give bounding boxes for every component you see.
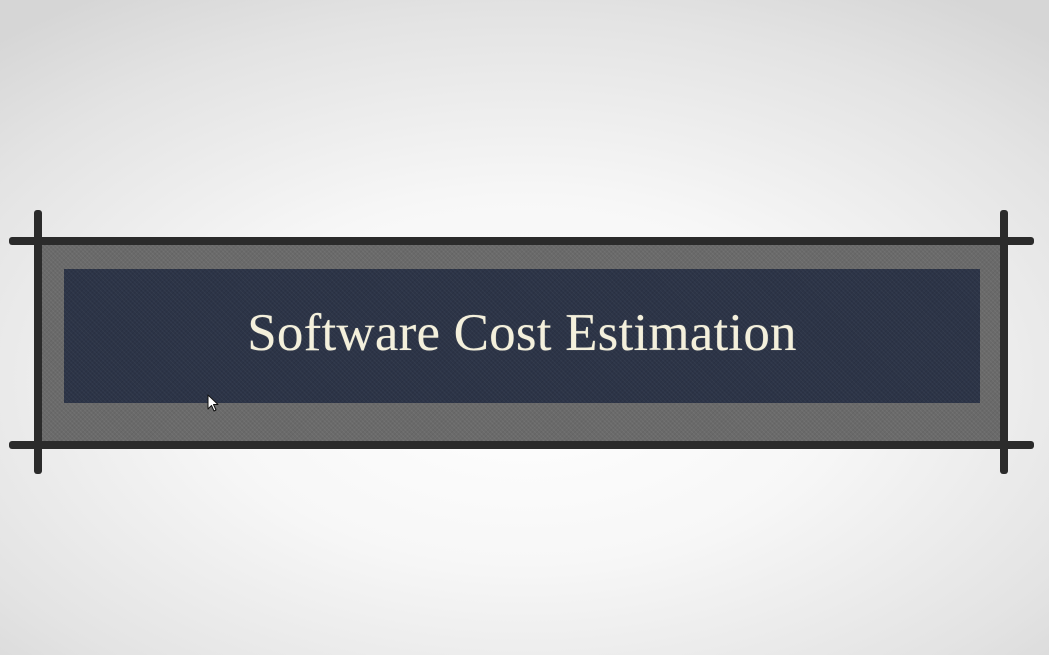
frame-line-bottom: [9, 441, 1034, 449]
mouse-pointer-icon: [207, 394, 219, 412]
presentation-slide: Software Cost Estimation: [0, 0, 1049, 655]
title-panel: Software Cost Estimation: [64, 269, 980, 403]
frame-line-right: [1000, 210, 1008, 474]
slide-title: Software Cost Estimation: [247, 304, 797, 362]
frame-line-top: [9, 237, 1034, 245]
frame-line-left: [34, 210, 42, 474]
